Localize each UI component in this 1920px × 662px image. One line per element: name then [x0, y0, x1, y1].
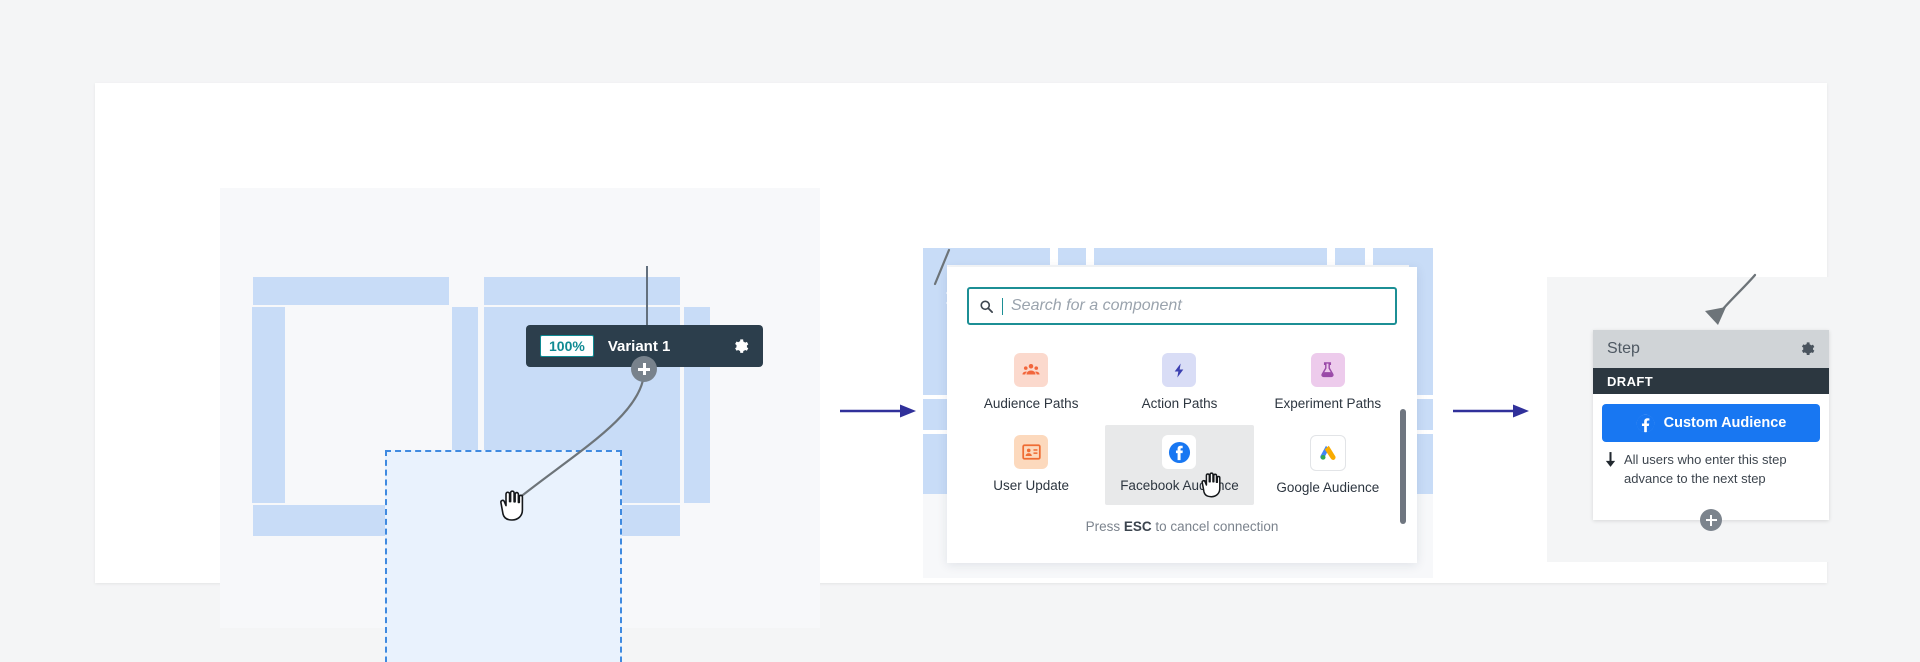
step-card-header[interactable]: Step	[1593, 330, 1829, 368]
advance-note: All users who enter this step advance to…	[1602, 451, 1820, 489]
component-tile-action-paths[interactable]: Action Paths	[1105, 343, 1253, 421]
wireframe-block	[252, 307, 285, 503]
wireframe-block	[923, 248, 1433, 265]
panel-variant-canvas: 100% Variant 1	[220, 188, 820, 628]
esc-hint-suffix: to cancel connection	[1152, 519, 1279, 534]
variant-percentage-badge: 100%	[540, 335, 594, 357]
component-tile-label: Experiment Paths	[1275, 395, 1382, 413]
gear-icon[interactable]	[1799, 341, 1815, 357]
right-arrow-icon	[840, 401, 920, 421]
component-tile-label: Action Paths	[1142, 395, 1218, 413]
vertical-scrollbar[interactable]	[1400, 409, 1406, 524]
variant-connector-stem	[646, 266, 648, 328]
wireframe-gap	[1050, 248, 1058, 265]
facebook-icon	[1636, 414, 1655, 433]
wireframe-gap	[923, 395, 947, 399]
component-tile-label: Audience Paths	[984, 395, 1079, 413]
wireframe-block	[253, 277, 449, 305]
esc-cancel-hint: Press ESC to cancel connection	[947, 519, 1417, 534]
esc-key-label: ESC	[1124, 519, 1152, 534]
variant-name-label: Variant 1	[608, 338, 718, 355]
step-card: Step DRAFT	[1593, 330, 1829, 520]
component-tile-google-audience[interactable]: Google Audience	[1254, 425, 1402, 505]
arrow-down-icon	[1604, 451, 1617, 489]
wireframe-gap	[1086, 248, 1094, 265]
google-ads-icon	[1310, 435, 1346, 471]
wireframe-gap	[1365, 248, 1373, 265]
audience-group-icon	[1014, 353, 1048, 387]
panel-step-result: Step DRAFT	[1547, 277, 1875, 562]
wireframe-gap	[1327, 248, 1335, 265]
component-tile-facebook-audience[interactable]: Facebook Audience	[1105, 425, 1253, 505]
step-card-body: Custom Audience All users who enter this…	[1593, 394, 1829, 489]
wireframe-gap	[923, 430, 947, 434]
custom-audience-label: Custom Audience	[1664, 415, 1787, 431]
custom-audience-button[interactable]: Custom Audience	[1602, 404, 1820, 442]
lightning-bolt-icon	[1162, 353, 1196, 387]
search-icon	[979, 299, 994, 314]
panel-component-picker: Search for a component	[923, 248, 1433, 578]
component-picker-card: Search for a component	[947, 267, 1417, 563]
advance-note-text: All users who enter this step advance to…	[1624, 451, 1818, 489]
plus-circle-icon[interactable]	[1700, 509, 1722, 531]
component-tile-label: User Update	[993, 477, 1069, 495]
plus-circle-icon[interactable]	[631, 356, 657, 382]
component-tile-grid: Audience Paths Action Paths	[957, 343, 1402, 505]
gear-icon[interactable]	[732, 338, 749, 355]
search-input-wrapper[interactable]: Search for a component	[967, 287, 1397, 325]
component-tile-label: Google Audience	[1276, 479, 1379, 497]
component-tile-audience-paths[interactable]: Audience Paths	[957, 343, 1105, 421]
wireframe-block	[484, 277, 680, 305]
component-tile-user-update[interactable]: User Update	[957, 425, 1105, 505]
search-placeholder-text: Search for a component	[1011, 297, 1182, 315]
component-tile-label: Facebook Audience	[1120, 477, 1239, 495]
component-tile-experiment-paths[interactable]: Experiment Paths	[1254, 343, 1402, 421]
right-arrow-icon	[1453, 401, 1533, 421]
status-badge: DRAFT	[1593, 368, 1829, 394]
id-card-icon	[1014, 435, 1048, 469]
step-title: Step	[1607, 340, 1640, 358]
wireframe-block	[923, 248, 947, 494]
content-card: 100% Variant 1	[95, 83, 1827, 583]
drop-target-zone[interactable]	[385, 450, 622, 662]
screenshot-stage: 100% Variant 1	[0, 0, 1920, 662]
facebook-icon	[1162, 435, 1196, 469]
flask-icon	[1311, 353, 1345, 387]
text-caret	[1002, 298, 1003, 315]
esc-hint-prefix: Press	[1086, 519, 1124, 534]
